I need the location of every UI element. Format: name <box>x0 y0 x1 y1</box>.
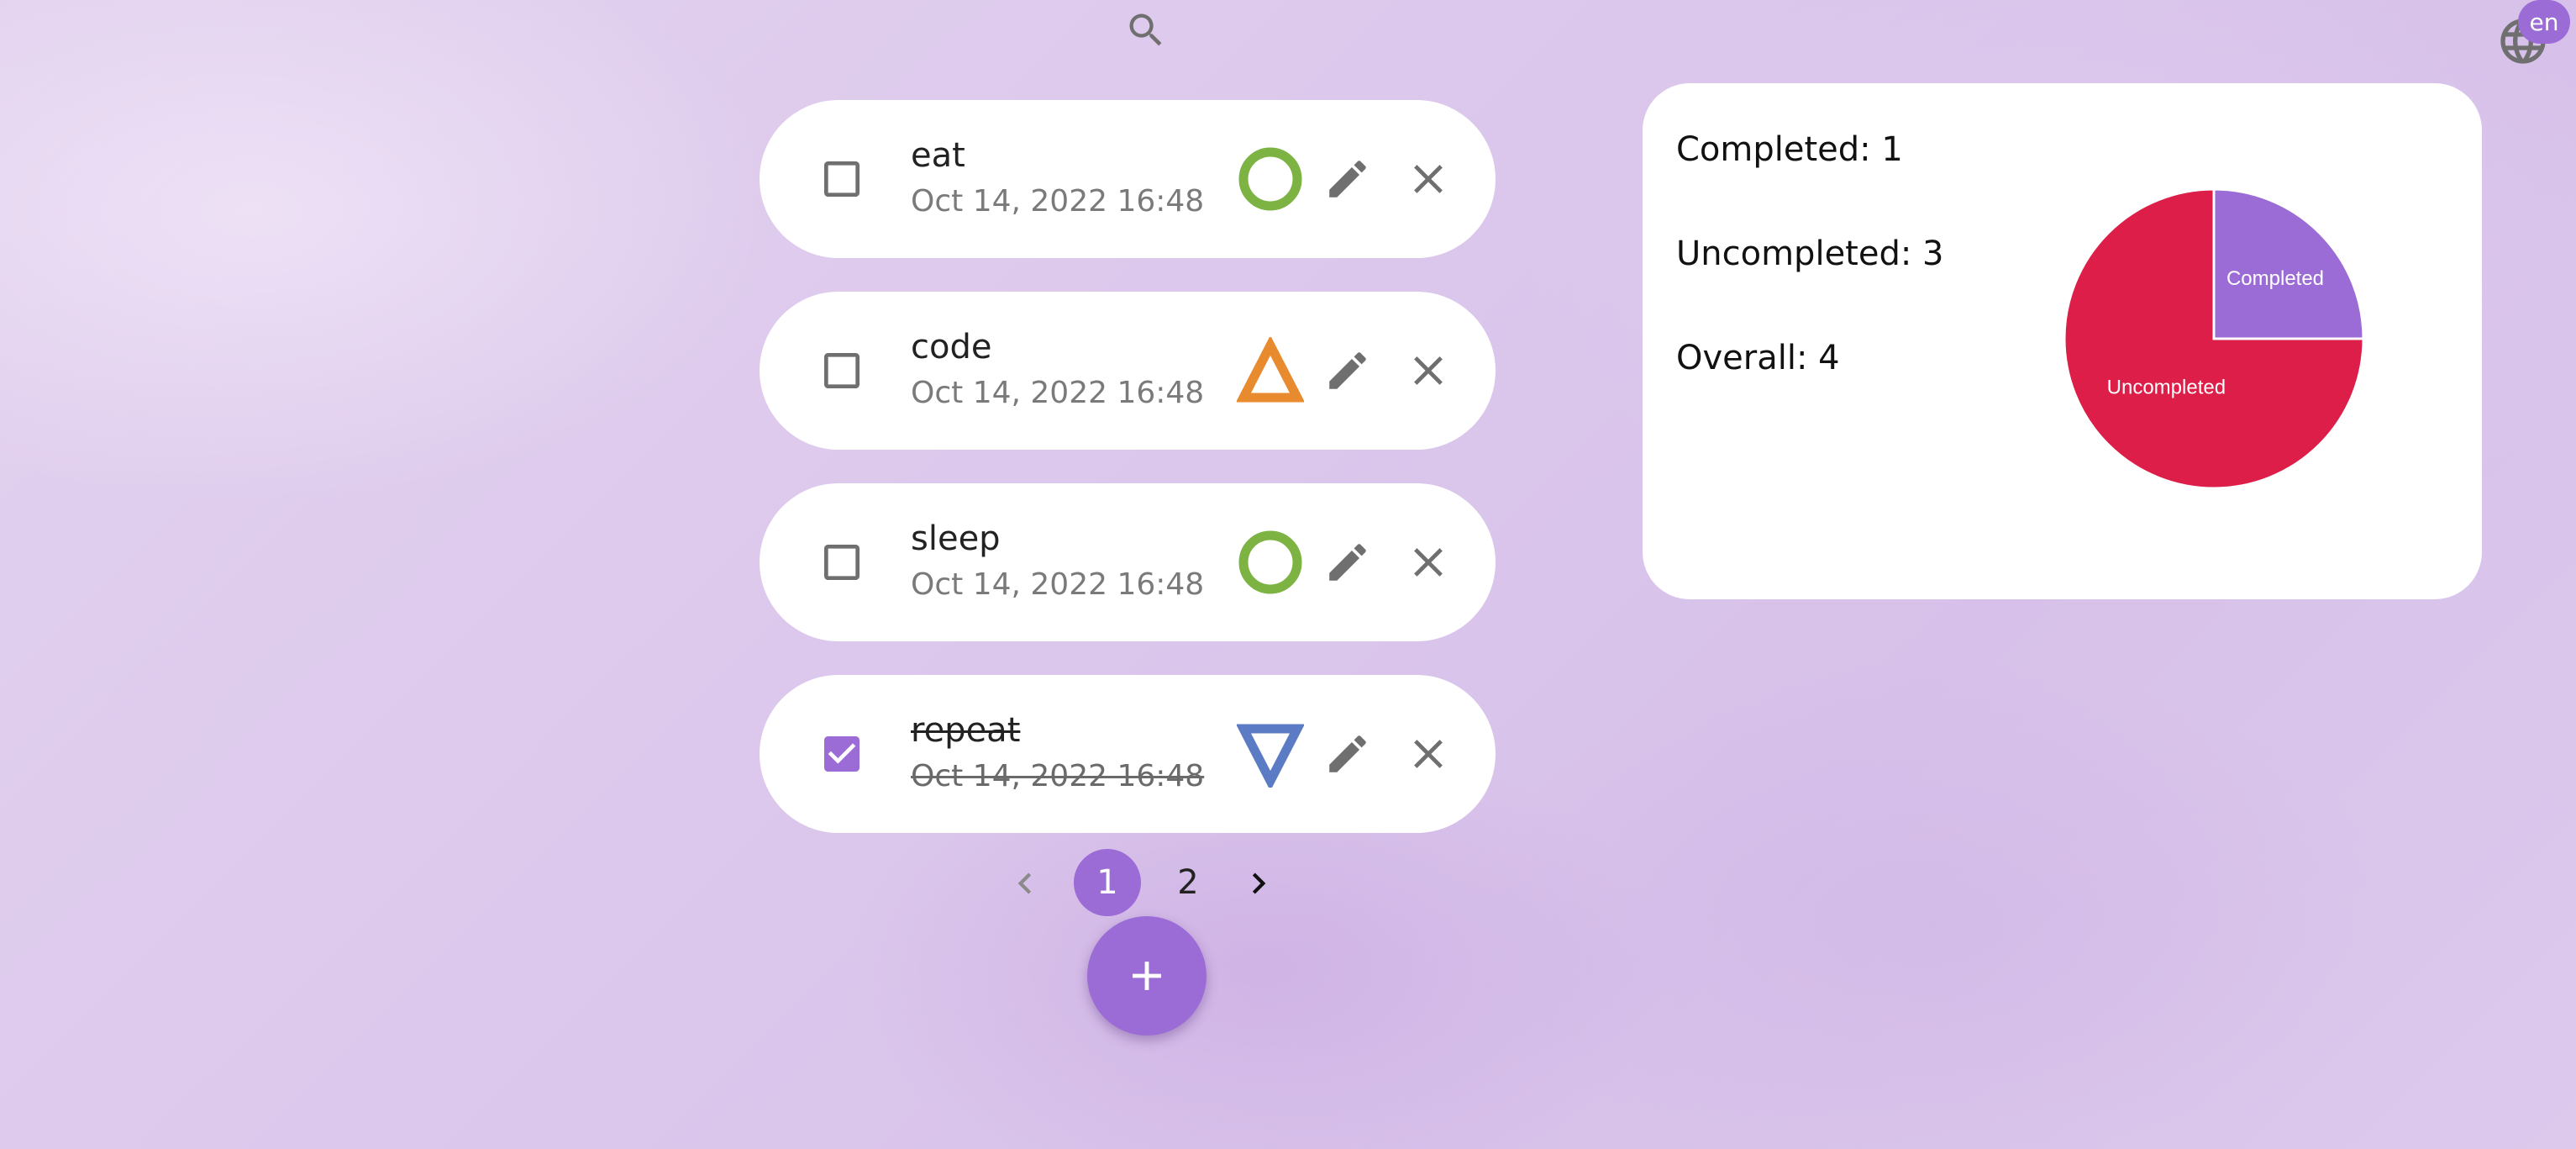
pie-label-uncompleted: Uncompleted <box>2107 377 2226 399</box>
circle-icon <box>1238 147 1302 211</box>
page-button-1[interactable]: 1 <box>1074 849 1141 916</box>
close-icon <box>1414 740 1443 768</box>
todo-title: sleep <box>911 519 1001 558</box>
todo-checkbox[interactable] <box>818 347 865 394</box>
close-icon <box>1414 356 1443 385</box>
edit-button[interactable] <box>1322 345 1373 396</box>
search-button[interactable] <box>1121 5 1171 55</box>
circle-icon <box>1238 530 1302 594</box>
add-todo-button[interactable] <box>1087 916 1207 1036</box>
checkbox-unchecked-icon <box>824 161 860 197</box>
todo-date: Oct 14, 2022 16:48 <box>911 759 1205 793</box>
todo-title: repeat <box>911 711 1021 750</box>
pencil-icon <box>1329 544 1366 581</box>
stats-card: Completed: 1 Uncompleted: 3 Overall: 4 C… <box>1643 83 2482 599</box>
checkbox-unchecked-icon <box>824 353 860 388</box>
edit-button[interactable] <box>1322 729 1373 779</box>
checkbox-unchecked-icon <box>824 545 860 580</box>
close-icon <box>1414 165 1443 193</box>
todo-list: eat Oct 14, 2022 16:48 code Oct 14, 2022… <box>760 100 1496 867</box>
pie-slice-completed <box>2212 187 2365 340</box>
todo-item: sleep Oct 14, 2022 16:48 <box>760 483 1496 641</box>
delete-button[interactable] <box>1403 345 1454 396</box>
chevron-right-icon <box>1252 872 1266 894</box>
search-icon <box>1129 13 1162 46</box>
overall-count: Overall: 4 <box>1676 339 1840 377</box>
todo-text: code Oct 14, 2022 16:48 <box>911 327 1204 414</box>
todo-item: code Oct 14, 2022 16:48 <box>760 292 1496 450</box>
completed-count: Completed: 1 <box>1676 130 1903 169</box>
pencil-icon <box>1329 352 1366 389</box>
todo-title: eat <box>911 136 965 175</box>
todo-date: Oct 14, 2022 16:48 <box>911 376 1205 410</box>
todo-checkbox[interactable] <box>818 730 865 777</box>
delete-button[interactable] <box>1403 537 1454 588</box>
edit-button[interactable] <box>1322 154 1373 204</box>
language-badge[interactable]: en <box>2518 0 2570 44</box>
todo-text: repeat Oct 14, 2022 16:48 <box>911 710 1204 798</box>
todo-title: code <box>911 328 992 366</box>
todo-checkbox[interactable] <box>818 539 865 586</box>
checkbox-checked-icon <box>824 736 860 772</box>
todo-item: eat Oct 14, 2022 16:48 <box>760 100 1496 258</box>
todo-date: Oct 14, 2022 16:48 <box>911 567 1205 602</box>
todo-date: Oct 14, 2022 16:48 <box>911 184 1205 219</box>
triangle-down-icon <box>1237 724 1304 788</box>
pencil-icon <box>1329 161 1366 198</box>
plus-icon <box>1133 962 1161 990</box>
close-icon <box>1414 548 1443 577</box>
todo-item-completed: repeat Oct 14, 2022 16:48 <box>760 675 1496 833</box>
uncompleted-count: Uncompleted: 3 <box>1676 235 1944 273</box>
chevron-left-icon <box>1017 872 1032 894</box>
pagination: 1 2 <box>1000 849 1285 918</box>
pie-label-completed: Completed <box>2226 267 2324 290</box>
triangle-up-icon <box>1237 337 1304 403</box>
page-button-2[interactable]: 2 <box>1154 849 1222 916</box>
edit-button[interactable] <box>1322 537 1373 588</box>
delete-button[interactable] <box>1403 154 1454 204</box>
next-page-button[interactable] <box>1233 858 1284 909</box>
completion-pie-chart: Completed Uncompleted <box>2063 187 2365 490</box>
todo-text: eat Oct 14, 2022 16:48 <box>911 135 1204 223</box>
todo-checkbox[interactable] <box>818 155 865 203</box>
todo-text: sleep Oct 14, 2022 16:48 <box>911 519 1204 606</box>
pencil-icon <box>1329 735 1366 772</box>
delete-button[interactable] <box>1403 729 1454 779</box>
prev-page-button[interactable] <box>1000 858 1050 909</box>
pie-chart-svg: Completed Uncompleted <box>2063 187 2365 490</box>
